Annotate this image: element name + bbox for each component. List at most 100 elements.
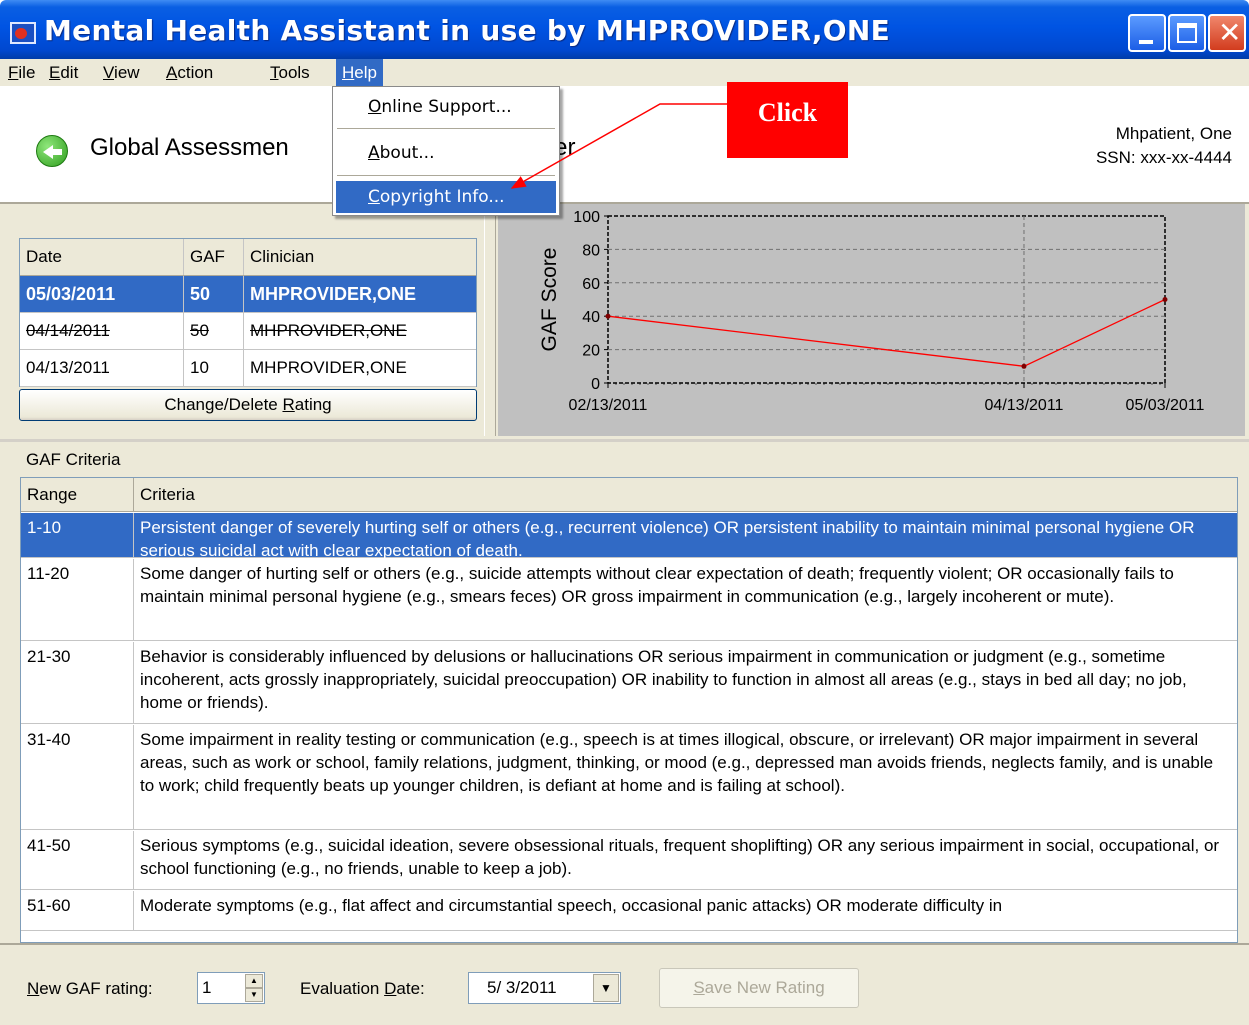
save-btn-rest: ave New Rating	[704, 978, 825, 997]
close-button[interactable]: ✕	[1208, 14, 1246, 52]
menu-copyright-info[interactable]: Copyright Info...	[336, 181, 556, 213]
save-btn-mnemonic: S	[693, 978, 705, 997]
evaluation-date-label: Evaluation Date:	[300, 979, 425, 999]
column-header-range[interactable]: Range	[21, 478, 134, 512]
menu-view[interactable]: View	[97, 59, 146, 86]
panel-splitter[interactable]	[484, 204, 496, 436]
x-tick-label: 05/03/2011	[1126, 397, 1205, 414]
y-tick-label: 100	[573, 209, 600, 226]
column-header-date[interactable]: Date	[20, 239, 184, 275]
stepper-buttons: ▲ ▼	[245, 974, 263, 1002]
criteria-row[interactable]: 21-30 Behavior is considerably influenced…	[21, 642, 1237, 724]
change-btn-mnemonic: R	[282, 395, 295, 414]
page-header: Global AssessmenManager Mhpatient, One S…	[0, 86, 1249, 204]
table-row[interactable]: 04/14/2011 50 MHPROVIDER,ONE	[20, 313, 476, 350]
data-point	[605, 313, 611, 319]
menu-online-support-mnemonic: O	[368, 97, 382, 117]
menu-about[interactable]: About...	[336, 137, 556, 169]
change-btn-text-a: Change/Delete	[164, 395, 283, 414]
rating-date: 04/13/2011	[20, 350, 184, 386]
title-bar[interactable]: Mental Health Assistant in use by MHPROV…	[0, 0, 1249, 59]
eval-label-mnemonic: D	[384, 979, 397, 998]
gaf-chart-panel: 0 20 40 60 80 100 02/13/2011 04/13/2011 05/03/20…	[498, 204, 1245, 436]
menu-action[interactable]: Action	[160, 59, 219, 86]
table-row[interactable]: 04/13/2011 10 MHPROVIDER,ONE	[20, 350, 476, 387]
app-icon[interactable]	[10, 22, 36, 44]
menu-separator	[337, 128, 555, 129]
criteria-text: Some impairment in reality testing or co…	[140, 730, 1214, 795]
new-gaf-rating-label-rest: ew GAF rating:	[39, 979, 153, 998]
menu-online-support-rest: nline Support...	[381, 97, 512, 117]
change-delete-rating-button[interactable]: Change/Delete Rating	[19, 389, 477, 421]
evaluation-date-value[interactable]: 5/ 3/2011	[487, 973, 557, 1003]
data-point	[1021, 363, 1027, 369]
back-arrow-icon[interactable]	[36, 135, 68, 167]
column-header-criteria[interactable]: Criteria	[134, 478, 1237, 512]
menu-edit[interactable]: Edit	[43, 59, 84, 86]
criteria-header: Range Criteria	[21, 478, 1237, 512]
criteria-text: Persistent danger of severely hurting se…	[140, 518, 1195, 560]
menu-online-support[interactable]: Online Support...	[336, 91, 556, 123]
menu-help-mnemonic: H	[342, 63, 355, 82]
rating-gaf: 10	[184, 350, 244, 386]
minimize-button[interactable]	[1128, 14, 1166, 52]
table-row[interactable]: 05/03/2011 50 MHPROVIDER,ONE	[20, 276, 476, 313]
criteria-range: 1-10	[21, 513, 134, 557]
gaf-chart: 0 20 40 60 80 100 02/13/2011 04/13/2011 05/03/20…	[538, 209, 1205, 414]
chevron-down-icon[interactable]: ▼	[593, 974, 619, 1002]
criteria-range: 21-30	[21, 642, 134, 723]
menu-tools[interactable]: Tools	[264, 59, 316, 86]
criteria-range: 11-20	[21, 559, 134, 640]
menu-copyright-info-mnemonic: C	[368, 187, 380, 207]
criteria-row[interactable]: 11-20 Some danger of hurting self or othe…	[21, 559, 1237, 641]
ratings-grid[interactable]: Date GAF Clinician 05/03/2011 50 MHPROVIDE…	[19, 238, 477, 387]
menu-view-mnemonic: V	[103, 63, 115, 82]
criteria-table[interactable]: Range Criteria 1-10 Persistent danger of …	[20, 477, 1238, 943]
change-btn-text-c: ating	[294, 395, 332, 414]
criteria-row[interactable]: 51-60 Moderate symptoms (e.g., flat affec…	[21, 891, 1237, 931]
menu-help[interactable]: Help	[336, 59, 383, 86]
rating-date: 04/14/2011	[20, 313, 184, 349]
click-callout: Click	[727, 82, 848, 158]
evaluation-date-picker[interactable]: 5/ 3/2011 ▼	[468, 972, 621, 1004]
criteria-section: GAF Criteria Range Criteria 1-10 Persiste…	[0, 442, 1249, 945]
criteria-row[interactable]: 1-10 Persistent danger of severely hurtin…	[21, 513, 1237, 560]
column-header-clinician[interactable]: Clinician	[244, 239, 476, 275]
stepper-up-icon[interactable]: ▲	[245, 974, 263, 988]
criteria-range: 31-40	[21, 725, 134, 829]
new-rating-bar: New GAF rating: 1 ▲ ▼ Evaluation Date: 5…	[0, 945, 1249, 1025]
ratings-panel: Date GAF Clinician 05/03/2011 50 MHPROVIDE…	[0, 204, 1249, 442]
criteria-row[interactable]: 31-40 Some impairment in reality testing …	[21, 725, 1237, 830]
menu-file-rest: ile	[18, 63, 36, 82]
rating-gaf: 50	[184, 313, 244, 349]
grid-header: Date GAF Clinician	[20, 239, 476, 276]
menu-file[interactable]: File	[2, 59, 41, 86]
page-title-left: Global Assessmen	[90, 134, 289, 161]
eval-label-end: ate:	[396, 979, 425, 998]
criteria-text: Behavior is considerably influenced by d…	[140, 647, 1187, 712]
gaf-rating-stepper[interactable]: 1 ▲ ▼	[197, 972, 265, 1004]
menu-edit-mnemonic: E	[49, 63, 61, 82]
rating-clinician: MHPROVIDER,ONE	[250, 321, 407, 340]
menu-action-mnemonic: A	[166, 63, 178, 82]
criteria-row[interactable]: 41-50 Serious symptoms (e.g., suicidal id…	[21, 831, 1237, 890]
column-header-gaf[interactable]: GAF	[184, 239, 244, 275]
gaf-rating-value[interactable]: 1	[202, 973, 211, 1003]
rating-clinician: MHPROVIDER,ONE	[250, 284, 417, 304]
menu-help-rest: elp	[354, 63, 377, 82]
y-tick-label: 80	[582, 242, 600, 259]
menu-action-rest: ction	[177, 63, 214, 82]
x-tick-label: 04/13/2011	[985, 397, 1064, 414]
criteria-section-label: GAF Criteria	[26, 450, 121, 469]
stepper-down-icon[interactable]: ▼	[245, 988, 263, 1002]
criteria-text: Serious symptoms (e.g., suicidal ideatio…	[140, 836, 1220, 878]
menu-about-rest: bout...	[379, 143, 435, 163]
y-axis-label: GAF Score	[538, 248, 561, 352]
rating-clinician: MHPROVIDER,ONE	[250, 358, 407, 377]
save-new-rating-button[interactable]: Save New Rating	[659, 968, 859, 1008]
new-gaf-rating-mnemonic: N	[27, 979, 40, 998]
y-tick-label: 60	[582, 276, 600, 293]
help-menu-dropdown: Online Support... About... Copyright Inf…	[332, 86, 560, 216]
maximize-button[interactable]	[1168, 14, 1206, 52]
window-title: Mental Health Assistant in use by MHPROV…	[44, 14, 891, 47]
